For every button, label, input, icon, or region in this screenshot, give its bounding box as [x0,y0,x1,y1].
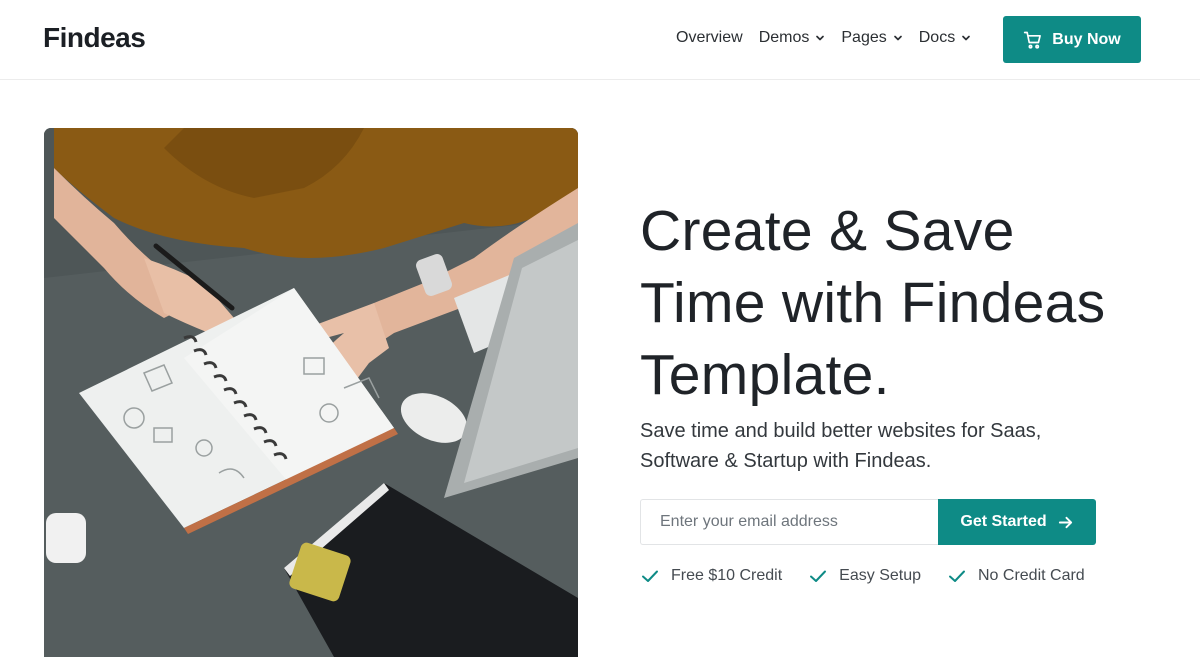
check-icon [949,570,965,582]
hero-image [44,128,578,657]
arrow-right-icon [1058,516,1072,528]
feature-label: No Credit Card [978,567,1085,584]
nav-item-label: Overview [676,29,743,46]
hero-photo-illustration [44,128,578,657]
nav-item-label: Pages [841,29,887,46]
headline-line-2: Time with Findeas [640,271,1106,335]
hero-headline: Create & Save Time with Findeas Template… [640,195,1180,411]
check-icon [810,570,827,582]
chevron-down-icon [893,35,902,41]
buy-now-button[interactable]: Buy Now [1003,16,1141,63]
email-input[interactable] [640,499,938,545]
nav-item-demos[interactable]: Demos [759,29,826,47]
subtext-line-1: Save time and build better websites for … [640,420,1042,442]
chevron-down-icon [816,35,825,41]
nav-item-overview[interactable]: Overview [676,29,743,47]
brand-logo[interactable]: Findeas [43,22,146,54]
nav-item-pages[interactable]: Pages [841,29,902,47]
headline-line-1: Create & Save [640,199,1015,263]
check-icon [642,570,658,582]
nav-item-label: Docs [918,29,956,46]
nav-item-label: Demos [758,29,810,46]
nav-item-docs[interactable]: Docs [919,29,971,47]
site-header: Findeas Overview Demos Pages Docs Buy No… [0,0,1200,80]
feature-label: Free $10 Credit [671,567,783,584]
subtext-line-2: Software & Startup with Findeas. [640,450,932,472]
buy-now-label: Buy Now [1052,30,1121,48]
get-started-label: Get Started [960,513,1047,530]
feature-item: No Credit Card [948,567,1085,585]
headline-line-3: Template. [640,343,890,407]
feature-label: Easy Setup [839,567,921,584]
feature-item: Free $10 Credit [641,567,782,585]
signup-form: Get Started [640,499,1096,545]
feature-list: Free $10 Credit Easy Setup No Credit Car… [641,567,1085,585]
cart-icon [1024,31,1042,49]
main-nav: Overview Demos Pages Docs [676,29,971,47]
get-started-button[interactable]: Get Started [938,499,1096,545]
chevron-down-icon [962,35,971,41]
hero-subtext: Save time and build better websites for … [640,416,1140,476]
feature-item: Easy Setup [809,567,921,585]
